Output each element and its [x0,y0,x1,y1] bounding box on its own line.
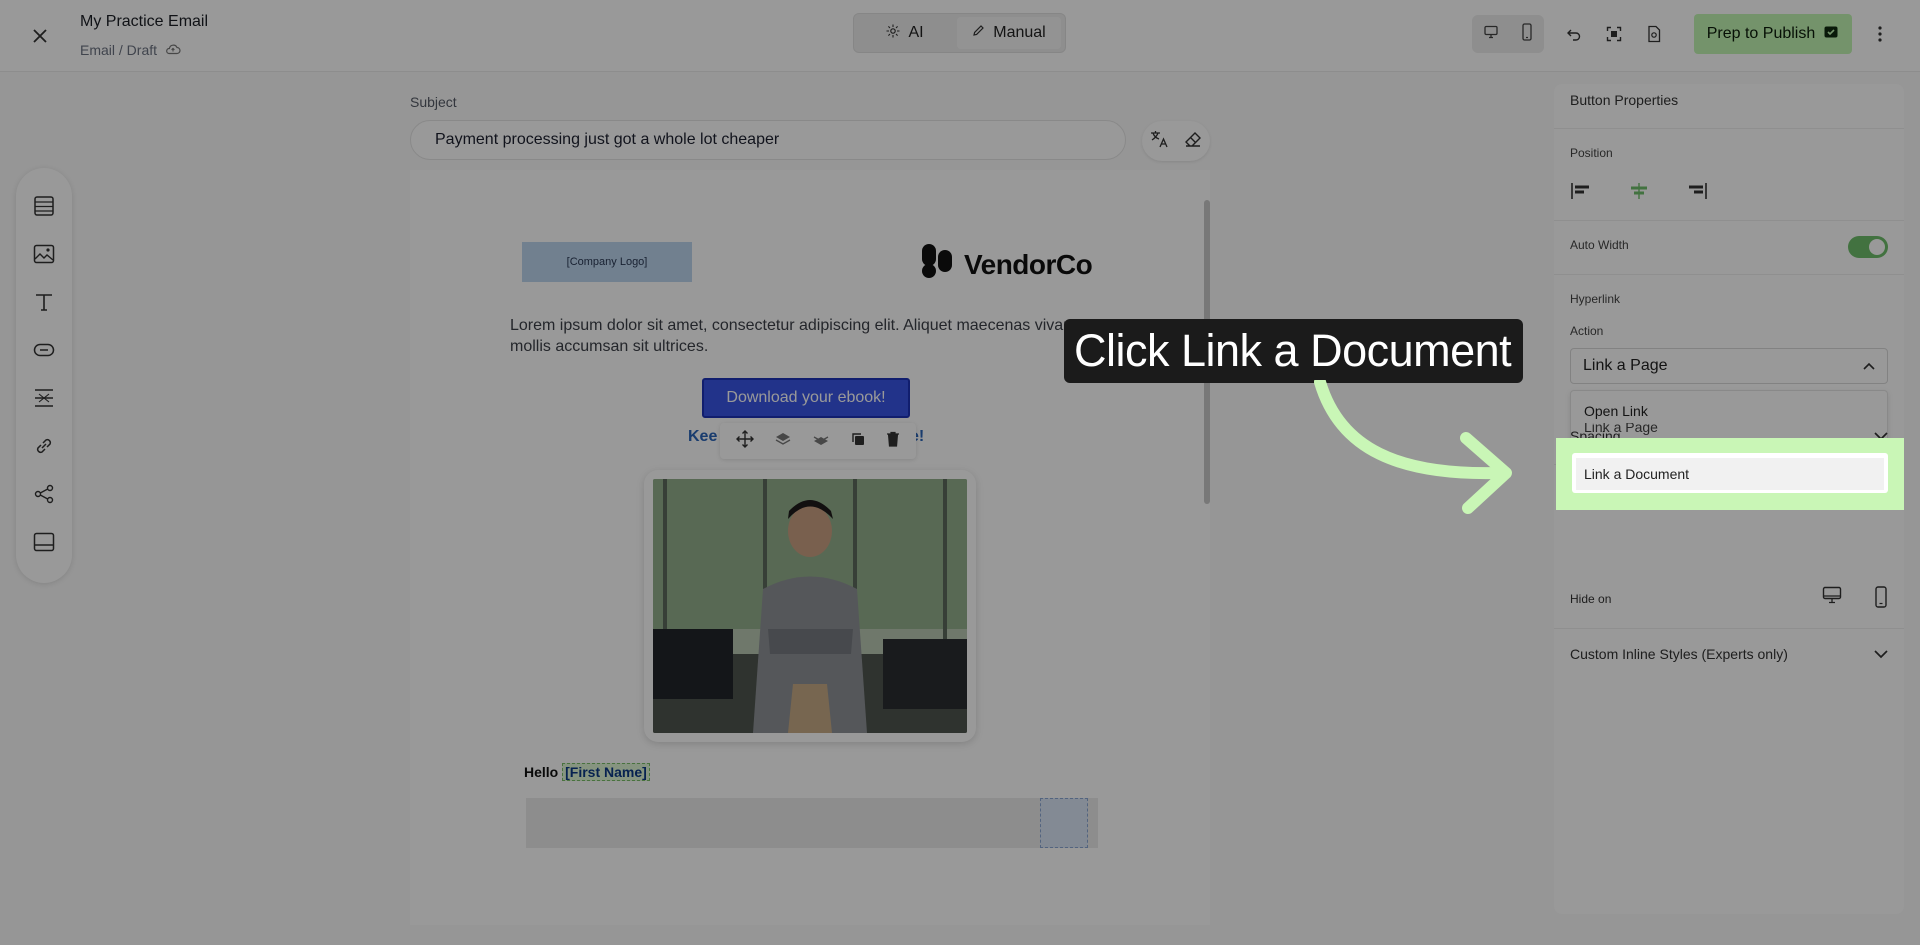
option-link-a-document[interactable]: Link a Document [1576,458,1884,490]
subject-input[interactable] [410,120,1126,160]
mode-switch: AI Manual [853,13,1066,53]
vendor-mark-icon [920,242,954,287]
close-icon[interactable] [26,22,54,50]
desktop-icon[interactable] [1483,25,1499,44]
more-options-icon[interactable] [1868,20,1892,48]
divider [1554,128,1904,129]
sections-icon[interactable] [30,192,58,220]
keep-text-start: Kee [688,428,718,445]
align-center-icon[interactable] [1628,180,1650,202]
body-paragraph[interactable]: Lorem ipsum dolor sit amet, consectetur … [510,315,1110,357]
image-icon[interactable] [30,240,58,268]
panel-title: Button Properties [1570,92,1679,108]
tab-ai[interactable]: AI [857,17,953,49]
custom-styles-label: Custom Inline Styles (Experts only) [1570,646,1788,662]
move-icon[interactable] [736,429,754,453]
footer-icon[interactable] [30,528,58,556]
callout-arrow-icon [1314,380,1512,514]
email-title: My Practice Email [80,13,209,30]
greeting-text: Hello [524,764,559,780]
block-actions-toolbar [720,423,916,459]
text-icon[interactable] [30,288,58,316]
hide-on-section: Hide on [1570,586,1888,611]
drop-zone[interactable] [1040,798,1088,848]
align-right-icon[interactable] [1686,180,1708,202]
eraser-icon[interactable] [1183,129,1203,154]
hide-on-devices [1822,586,1888,611]
action-label: Action [1570,324,1604,338]
custom-styles-section[interactable]: Custom Inline Styles (Experts only) [1570,646,1888,662]
divider [1554,220,1904,221]
tab-ai-label: AI [908,24,924,41]
email-canvas: [Company Logo] VendorCo Lorem ipsum dolo… [410,170,1210,925]
device-switch [1472,15,1544,53]
link-icon[interactable] [30,432,58,460]
greeting-line[interactable]: Hello [First Name] [524,763,650,781]
chevron-down-icon [1874,646,1888,662]
hero-image[interactable] [644,470,976,742]
vendor-logo[interactable]: VendorCo [920,242,1093,287]
action-select-value: Link a Page [1583,357,1668,374]
first-name-merge-tag[interactable]: [First Name] [562,763,650,781]
subject-label: Subject [410,94,457,110]
layer-down-icon[interactable] [812,431,830,452]
top-bar: My Practice Email Email / Draft AI Manua… [0,0,1920,72]
align-left-icon[interactable] [1570,180,1592,202]
breadcrumb: Email / Draft [80,42,181,58]
pencil-icon [972,24,985,42]
undo-icon[interactable] [1562,20,1586,48]
subject-actions [1142,121,1210,161]
auto-width-label: Auto Width [1570,238,1629,252]
hyperlink-label: Hyperlink [1570,292,1621,306]
sparkle-icon [886,24,900,43]
position-options [1570,180,1708,202]
button-block-icon[interactable] [30,336,58,364]
trash-icon[interactable] [886,431,900,452]
action-select[interactable]: Link a Page [1570,348,1888,384]
fit-screen-icon[interactable] [1602,20,1626,48]
download-ebook-button[interactable]: Download your ebook! [702,378,910,418]
translate-icon[interactable] [1149,129,1169,154]
publish-label: Prep to Publish [1706,25,1816,42]
layer-up-icon[interactable] [774,431,792,452]
divider-icon[interactable] [30,384,58,412]
mobile-icon[interactable] [1521,22,1533,46]
block-toolbar-left [16,168,72,583]
hide-desktop-icon[interactable] [1822,586,1842,611]
content-block[interactable] [526,798,1098,848]
cloud-save-icon [165,42,181,58]
tutorial-callout: Click Link a Document [1064,319,1523,383]
share-icon[interactable] [30,480,58,508]
tab-manual-label: Manual [993,24,1046,41]
position-label: Position [1570,146,1613,160]
duplicate-icon[interactable] [850,431,866,452]
prep-to-publish-button[interactable]: Prep to Publish [1694,14,1852,54]
tab-manual[interactable]: Manual [957,17,1061,49]
divider [1554,274,1904,275]
vendor-name: VendorCo [964,248,1093,280]
publish-shield-icon [1823,24,1839,45]
chevron-up-icon [1863,357,1875,375]
editor-tools [1562,20,1666,48]
auto-width-toggle[interactable] [1848,236,1888,258]
preview-icon[interactable] [1642,20,1666,48]
breadcrumb-text: Email / Draft [80,42,158,58]
divider [1554,628,1904,629]
man-in-office-photo [653,479,967,733]
company-logo-placeholder[interactable]: [Company Logo] [522,242,692,282]
hide-mobile-icon[interactable] [1874,586,1888,611]
hide-on-text: Hide on [1570,591,1612,606]
